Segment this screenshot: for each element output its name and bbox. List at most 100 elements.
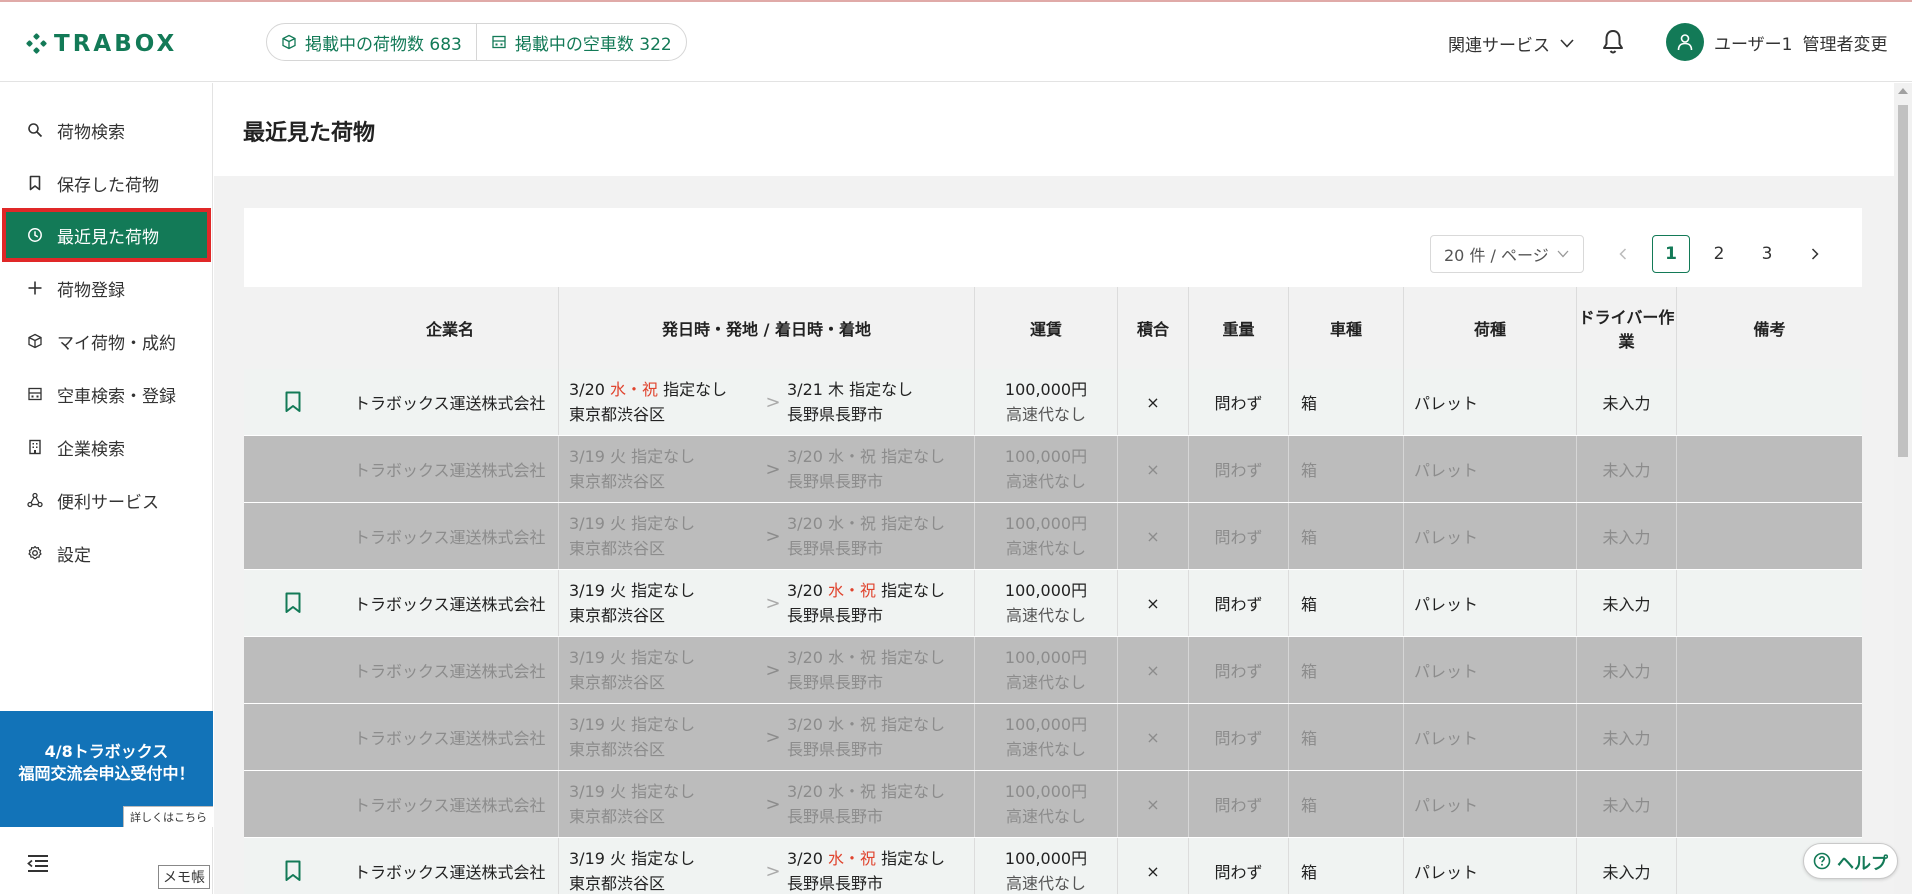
header-bookmark (244, 287, 342, 369)
trabox-logo[interactable]: TRABOX (25, 30, 178, 58)
fare-cell: 100,000円 高速代なし (975, 771, 1118, 837)
mixed-load-cell: × (1118, 369, 1189, 435)
bell-icon[interactable] (1600, 28, 1626, 56)
chevron-left-icon (1619, 248, 1627, 260)
fare-amount: 100,000円 (1004, 648, 1088, 667)
table-row[interactable]: トラボックス運送株式会社 3/19 火 指定なし 東京都渋谷区 >3/20 水・祝 指… (244, 436, 1862, 503)
sidebar-item-cargo-register[interactable]: 荷物登録 (0, 262, 213, 314)
next-page-button[interactable] (1796, 235, 1834, 273)
departure: 3/19 火 指定なし 東京都渋谷区 (569, 645, 759, 695)
table-row[interactable]: トラボックス運送株式会社 3/19 火 指定なし 東京都渋谷区 >3/20 水・祝 指… (244, 838, 1862, 894)
page-3-button[interactable]: 3 (1748, 235, 1786, 273)
event-banner[interactable]: 4/8トラボックス 福岡交流会申込受付中！ 詳しくはこちら (0, 711, 213, 827)
prev-page-button[interactable] (1604, 235, 1642, 273)
header-weight: 重量 (1189, 287, 1289, 369)
page-2-button[interactable]: 2 (1700, 235, 1738, 273)
toll-info: 高速代なし (1005, 606, 1086, 625)
arrival-place: 長野県長野市 (787, 807, 884, 826)
cargo-type-cell: パレット (1404, 771, 1577, 837)
vertical-scrollbar[interactable] (1894, 83, 1912, 894)
sidebar-item-company-search[interactable]: 企業検索 (0, 421, 213, 473)
logo-text: TRABOX (54, 31, 178, 57)
toll-info: 高速代なし (1005, 673, 1086, 692)
plus-icon (28, 281, 42, 295)
bookmark-cell[interactable] (244, 838, 342, 894)
cargo-count[interactable]: 掲載中の荷物数 683 (267, 24, 476, 60)
sidebar-item-recent-cargo[interactable]: 最近見た荷物 (2, 208, 211, 262)
per-page-select[interactable]: 20 件 / ページ (1430, 235, 1584, 273)
related-services-dropdown[interactable]: 関連サービス (1448, 31, 1574, 56)
collapse-menu-icon[interactable] (26, 853, 50, 873)
vehicle-type-cell: 箱 (1289, 503, 1404, 569)
departure-weekday: 火 (610, 782, 627, 801)
departure-weekday: 火 (610, 514, 627, 533)
sidebar-item-vehicle-search[interactable]: 空車検索・登録 (0, 368, 213, 420)
page-1-button[interactable]: 1 (1652, 235, 1690, 273)
sidebar-item-cargo-search[interactable]: 荷物検索 (0, 104, 213, 156)
departure-date: 3/19 (569, 782, 605, 801)
arrival-weekday: 水・祝 (828, 581, 877, 600)
app-header: TRABOX 掲載中の荷物数 683 掲載中の空車数 322 関連サービス ユー… (0, 2, 1912, 82)
table-row[interactable]: トラボックス運送株式会社 3/19 火 指定なし 東京都渋谷区 >3/20 水・祝 指… (244, 570, 1862, 637)
sidebar-item-my-cargo[interactable]: マイ荷物・成約 (0, 315, 213, 367)
help-button[interactable]: ヘルプ (1803, 843, 1898, 879)
scrollbar-thumb[interactable] (1898, 105, 1908, 457)
header-fare: 運賃 (975, 287, 1118, 369)
departure-date: 3/19 (569, 715, 605, 734)
departure-date: 3/20 (569, 380, 605, 399)
departure-place: 東京都渋谷区 (569, 472, 666, 491)
user-menu[interactable]: ユーザー1 管理者変更 (1666, 23, 1887, 61)
route-arrow-icon: > (765, 391, 781, 413)
driver-work-cell: 未入力 (1577, 704, 1677, 770)
vehicle-count-label: 掲載中の空車数 322 (514, 34, 672, 55)
cargo-type-cell: パレット (1404, 369, 1577, 435)
departure-weekday: 火 (610, 715, 627, 734)
toll-info: 高速代なし (1005, 740, 1086, 759)
company-cell: トラボックス運送株式会社 (342, 436, 559, 502)
admin-change-link[interactable]: 管理者変更 (1802, 30, 1887, 55)
departure-weekday: 火 (610, 581, 627, 600)
driver-work-cell: 未入力 (1577, 838, 1677, 894)
table-row[interactable]: トラボックス運送株式会社 3/20 水・祝 指定なし 東京都渋谷区 >3/21 木 指… (244, 369, 1862, 436)
vehicle-count[interactable]: 掲載中の空車数 322 (475, 24, 686, 60)
departure-date: 3/19 (569, 447, 605, 466)
table-row[interactable]: トラボックス運送株式会社 3/19 火 指定なし 東京都渋谷区 >3/20 水・祝 指… (244, 503, 1862, 570)
arrival-time: 指定なし (881, 581, 946, 600)
arrival-time: 指定なし (849, 380, 914, 399)
table-header: 企業名 発日時・発地 / 着日時・着地 運賃 積合 重量 車種 荷種 ドライバー… (244, 287, 1862, 369)
mixed-load-cell: × (1118, 704, 1189, 770)
table-row[interactable]: トラボックス運送株式会社 3/19 火 指定なし 東京都渋谷区 >3/20 水・祝 指… (244, 771, 1862, 838)
arrival-date: 3/20 (787, 514, 823, 533)
bookmark-cell[interactable] (244, 369, 342, 435)
header-route: 発日時・発地 / 着日時・着地 (559, 287, 975, 369)
table-row[interactable]: トラボックス運送株式会社 3/19 火 指定なし 東京都渋谷区 >3/20 水・祝 指… (244, 704, 1862, 771)
table-row[interactable]: トラボックス運送株式会社 3/19 火 指定なし 東京都渋谷区 >3/20 水・祝 指… (244, 637, 1862, 704)
cargo-type-cell: パレット (1404, 503, 1577, 569)
clock-icon (28, 228, 42, 242)
arrival-weekday: 水・祝 (828, 514, 877, 533)
arrival-time: 指定なし (881, 447, 946, 466)
bookmark-icon (29, 175, 41, 191)
arrival-place: 長野県長野市 (787, 673, 884, 692)
fare-cell: 100,000円 高速代なし (975, 570, 1118, 636)
driver-work-cell: 未入力 (1577, 436, 1677, 502)
banner-details-link[interactable]: 詳しくはこちら (123, 806, 213, 827)
bookmark-icon (285, 592, 301, 613)
fare-amount: 100,000円 (1004, 715, 1088, 734)
sidebar-item-services[interactable]: 便利サービス (0, 474, 213, 526)
notes-cell (1677, 637, 1862, 703)
company-cell: トラボックス運送株式会社 (342, 637, 559, 703)
sidebar-item-settings[interactable]: 設定 (0, 527, 213, 579)
truck-icon (28, 387, 42, 401)
user-icon (1677, 34, 1693, 51)
weight-cell: 問わず (1189, 838, 1289, 894)
scroll-up-arrow-icon[interactable] (1898, 88, 1908, 94)
bookmark-cell[interactable] (244, 570, 342, 636)
arrival-place: 長野県長野市 (787, 405, 884, 424)
route-arrow-icon: > (765, 592, 781, 614)
sidebar-item-label: 空車検索・登録 (57, 386, 176, 407)
sidebar-item-saved-cargo[interactable]: 保存した荷物 (0, 157, 213, 209)
departure-time: 指定なし (631, 849, 696, 868)
vehicle-type-cell: 箱 (1289, 436, 1404, 502)
mixed-load-cell: × (1118, 570, 1189, 636)
